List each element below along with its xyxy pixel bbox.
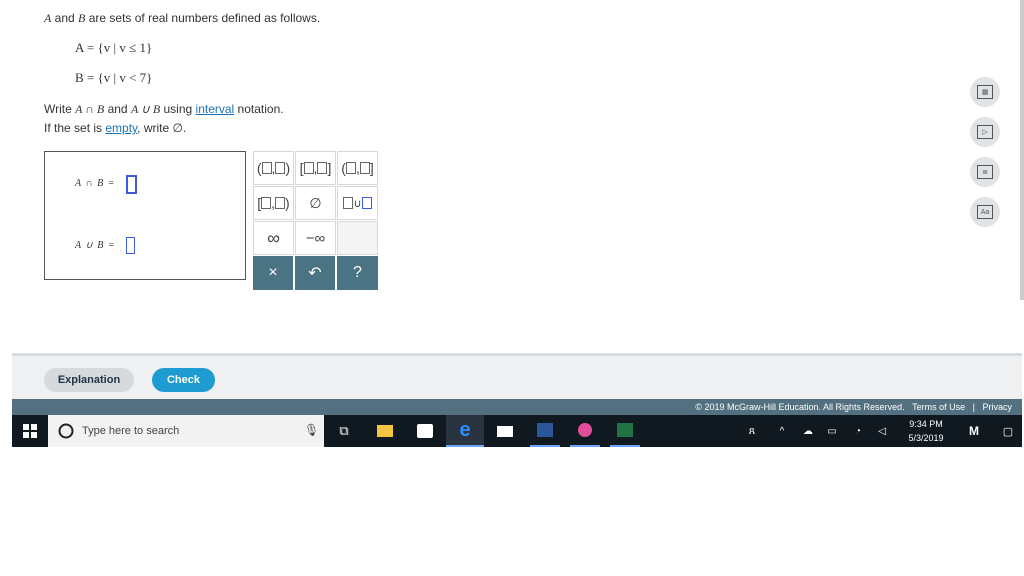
instr-text: notation.: [234, 102, 284, 116]
intro-text: and: [51, 11, 79, 25]
intersection-expr: A ∩ B: [75, 102, 105, 116]
word-button[interactable]: [530, 415, 560, 447]
glossary-icon: Aa: [977, 205, 993, 219]
undo-icon: ↶: [308, 265, 322, 282]
scrollbar[interactable]: [1020, 0, 1024, 300]
task-view-icon: ⧉: [339, 423, 349, 438]
mail-button[interactable]: [490, 415, 520, 447]
cortana-icon: [58, 423, 74, 439]
task-view-button[interactable]: ⧉: [330, 415, 358, 447]
neg-infinity-symbol: −∞: [305, 229, 326, 247]
wifi-icon[interactable]: ◔: [850, 415, 866, 447]
clock-date: 5/3/2019: [908, 433, 944, 443]
neg-infinity-button[interactable]: −∞: [295, 221, 336, 255]
clear-icon: ×: [268, 264, 278, 281]
question-intro: A and B are sets of real numbers defined…: [44, 11, 320, 26]
search-placeholder: Type here to search: [82, 425, 180, 437]
intro-text-end: are sets of real numbers defined as foll…: [85, 11, 321, 25]
union-label: A ∪ B =: [75, 240, 116, 251]
windows-taskbar: Type here to search 🎙 ⧉ e ጸ ^ ☁ ▭ ◔ ◁ 9:…: [12, 415, 1022, 447]
store-button[interactable]: [410, 415, 440, 447]
mail-icon: [497, 425, 513, 437]
answer-box: A ∩ B = A ∪ B =: [44, 151, 246, 280]
battery-icon[interactable]: ▭: [824, 415, 840, 447]
copyright-text: © 2019 McGraw-Hill Education. All Rights…: [695, 402, 905, 412]
open-open-interval-button[interactable]: (,): [253, 151, 294, 185]
union-symbol: ∪: [353, 197, 362, 210]
word-icon: [537, 423, 553, 437]
copyright-bar: © 2019 McGraw-Hill Education. All Rights…: [12, 399, 1022, 415]
start-button[interactable]: [12, 415, 48, 447]
empty-link[interactable]: empty: [105, 121, 137, 135]
undo-button[interactable]: ↶: [295, 256, 336, 290]
infinity-button[interactable]: ∞: [253, 221, 294, 255]
instr-text: and: [104, 102, 131, 116]
instruction-line: Write A ∩ B and A ∪ B using interval not…: [44, 102, 284, 117]
taskbar-search[interactable]: Type here to search 🎙: [48, 415, 324, 447]
instr-text: If the set is: [44, 121, 106, 135]
clock-time: 9:34 PM: [909, 419, 943, 429]
edge-button[interactable]: e: [446, 415, 484, 447]
play-icon: ▷: [977, 125, 993, 139]
people-icon[interactable]: ጸ: [742, 415, 762, 447]
instr-text: , write ∅.: [137, 121, 187, 135]
explanation-button[interactable]: Explanation: [44, 368, 134, 392]
calculator-icon: ▦: [977, 85, 993, 99]
palette-blank-cell: [337, 221, 378, 255]
terms-link[interactable]: Terms of Use: [912, 402, 965, 412]
check-button[interactable]: Check: [152, 368, 215, 392]
intersection-input[interactable]: [126, 175, 137, 194]
folder-icon: [377, 425, 393, 437]
mcgraw-hill-icon[interactable]: M: [962, 415, 986, 447]
store-icon: [417, 424, 433, 438]
clear-button[interactable]: ×: [253, 256, 294, 290]
maps-button[interactable]: [570, 415, 600, 447]
instr-text: using: [160, 102, 196, 116]
calculator-button[interactable]: ▦: [970, 77, 1000, 107]
open-closed-interval-button[interactable]: (,]: [337, 151, 378, 185]
microphone-icon[interactable]: 🎙: [304, 423, 319, 437]
instr-text: Write: [44, 102, 76, 116]
closed-closed-interval-button[interactable]: [,]: [295, 151, 336, 185]
cloud-icon[interactable]: ☁: [800, 415, 816, 447]
copyright-links: © 2019 McGraw-Hill Education. All Rights…: [695, 402, 1012, 412]
volume-icon[interactable]: ◁: [874, 415, 890, 447]
help-icon: ?: [353, 264, 362, 281]
set-a-definition: A = {v | v ≤ 1}: [75, 40, 153, 55]
book-icon: ≣: [977, 165, 993, 179]
edge-icon: e: [459, 418, 471, 441]
set-b-definition: B = {v | v < 7}: [75, 70, 153, 85]
interval-link[interactable]: interval: [196, 102, 235, 116]
empty-instruction: If the set is empty, write ∅.: [44, 121, 186, 135]
separator: |: [972, 402, 975, 412]
windows-icon: [23, 424, 37, 438]
chevron-up-icon[interactable]: ^: [774, 415, 790, 447]
union-expr: A ∪ B: [130, 102, 161, 116]
clock[interactable]: 9:34 PM 5/3/2019: [898, 415, 954, 447]
empty-set-symbol: ∅: [309, 194, 322, 211]
notifications-icon[interactable]: ▢: [996, 415, 1020, 447]
file-explorer-button[interactable]: [370, 415, 400, 447]
empty-set-button[interactable]: ∅: [295, 186, 336, 220]
pin-icon: [578, 423, 592, 437]
action-footer: Explanation Check: [12, 353, 1022, 402]
intersection-label: A ∩ B =: [75, 178, 116, 189]
union-button[interactable]: ∪: [337, 186, 378, 220]
excel-icon: [617, 423, 633, 437]
help-button[interactable]: ?: [337, 256, 378, 290]
closed-open-interval-button[interactable]: [,): [253, 186, 294, 220]
excel-button[interactable]: [610, 415, 640, 447]
privacy-link[interactable]: Privacy: [982, 402, 1012, 412]
infinity-symbol: ∞: [267, 227, 280, 248]
textbook-button[interactable]: ≣: [970, 157, 1000, 187]
video-button[interactable]: ▷: [970, 117, 1000, 147]
glossary-button[interactable]: Aa: [970, 197, 1000, 227]
union-input[interactable]: [126, 237, 135, 254]
